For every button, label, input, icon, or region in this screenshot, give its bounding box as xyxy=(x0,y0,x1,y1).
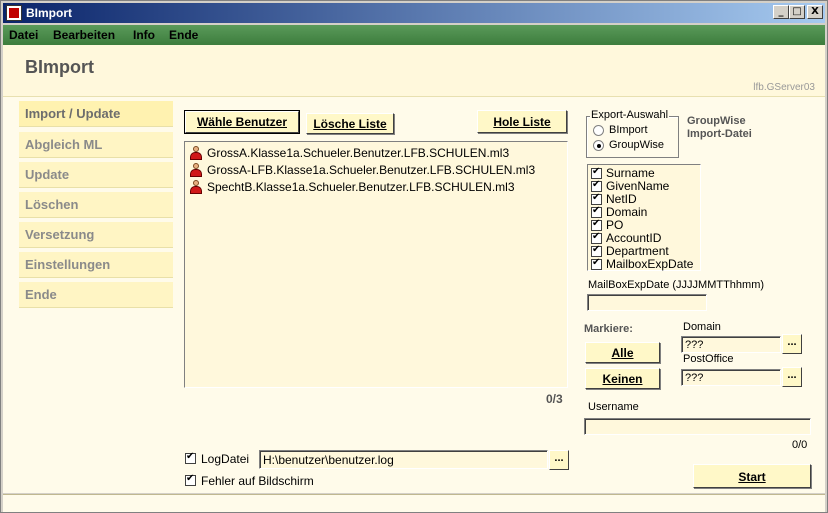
sidebar-item-import-update[interactable]: Import / Update xyxy=(19,101,173,127)
postoffice-browse-button[interactable]: ... xyxy=(782,367,802,387)
close-button[interactable]: X xyxy=(807,5,823,19)
maximize-button[interactable]: □ xyxy=(789,5,805,19)
menu-info[interactable]: Info xyxy=(133,28,155,42)
sidebar-item-abgleich-ml[interactable]: Abgleich ML xyxy=(19,132,173,158)
username-count: 0/0 xyxy=(792,439,808,451)
window-title: BImport xyxy=(26,6,72,20)
fetch-list-button[interactable]: Hole Liste xyxy=(477,110,567,133)
postoffice-label: PostOffice xyxy=(683,353,734,365)
radio-button[interactable] xyxy=(593,125,604,136)
mailbox-exp-label: MailBoxExpDate (JJJJMMTThhmm) xyxy=(588,279,765,291)
mark-label: Markiere: xyxy=(584,323,633,335)
mailbox-exp-input[interactable] xyxy=(587,294,707,311)
groupwise-import-label: GroupWise Import-Datei xyxy=(687,115,752,140)
checkbox[interactable] xyxy=(185,451,196,464)
radio-button[interactable] xyxy=(593,140,604,151)
server-name: lfb.GServer03 xyxy=(753,82,815,93)
logfile-browse-button[interactable]: ... xyxy=(549,450,569,470)
menu-bearbeiten[interactable]: Bearbeiten xyxy=(53,28,115,42)
title-bar: BImport _ □ X xyxy=(3,3,825,23)
main-window: BImport _ □ X Datei Bearbeiten Info Ende… xyxy=(0,0,828,513)
list-count: 0/3 xyxy=(546,392,563,406)
checkbox[interactable] xyxy=(591,218,602,231)
start-button[interactable]: Start xyxy=(693,464,811,488)
domain-label: Domain xyxy=(683,321,721,333)
minimize-button[interactable]: _ xyxy=(773,5,789,19)
user-icon xyxy=(189,180,203,194)
sidebar-item-versetzung[interactable]: Versetzung xyxy=(19,222,173,248)
checkbox[interactable] xyxy=(591,205,602,218)
select-all-button[interactable]: Alle xyxy=(585,342,660,363)
postoffice-input[interactable]: ??? xyxy=(681,369,781,386)
checkbox[interactable] xyxy=(591,244,602,257)
clear-list-button[interactable]: Lösche Liste xyxy=(306,113,394,134)
sidebar-item-ende[interactable]: Ende xyxy=(19,282,173,308)
menu-datei[interactable]: Datei xyxy=(9,28,38,42)
sidebar-item-einstellungen[interactable]: Einstellungen xyxy=(19,252,173,278)
field-checklist[interactable]: Surname GivenName NetID Domain PO Accoun… xyxy=(587,164,701,271)
menu-ende[interactable]: Ende xyxy=(169,28,198,42)
app-icon xyxy=(6,5,22,21)
user-list[interactable]: GrossA.Klasse1a.Schueler.Benutzer.LFB.SC… xyxy=(184,141,568,388)
domain-input[interactable]: ??? xyxy=(681,336,781,353)
export-group: Export-Auswahl BImport GroupWise xyxy=(586,109,679,158)
page-header: BImport lfb.GServer03 xyxy=(3,45,825,97)
checkbox[interactable] xyxy=(591,166,602,179)
page-title: BImport xyxy=(25,57,94,77)
logfile-input[interactable]: H:\benutzer\benutzer.log xyxy=(259,450,548,469)
user-icon xyxy=(189,163,203,177)
username-label: Username xyxy=(588,401,639,413)
menu-bar: Datei Bearbeiten Info Ende xyxy=(3,25,825,45)
checkbox[interactable] xyxy=(591,192,602,205)
user-icon xyxy=(189,146,203,160)
checkbox[interactable] xyxy=(591,179,602,192)
username-input[interactable] xyxy=(584,418,811,435)
checkbox[interactable] xyxy=(185,473,196,486)
checkbox[interactable] xyxy=(591,231,602,244)
domain-browse-button[interactable]: ... xyxy=(782,334,802,354)
status-bar xyxy=(3,494,825,512)
export-legend: Export-Auswahl xyxy=(590,109,670,121)
sidebar-item-loeschen[interactable]: Löschen xyxy=(19,192,173,218)
select-none-button[interactable]: Keinen xyxy=(585,368,660,389)
sidebar-item-update[interactable]: Update xyxy=(19,162,173,188)
checkbox[interactable] xyxy=(591,257,602,270)
select-users-button[interactable]: Wähle Benutzer xyxy=(184,110,300,134)
